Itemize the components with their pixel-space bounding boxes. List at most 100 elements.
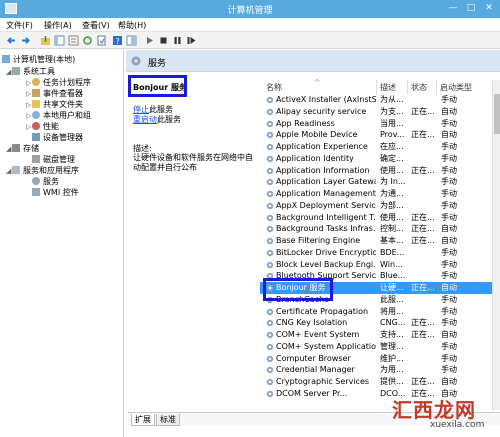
service-gear-icon bbox=[266, 178, 274, 186]
service-row[interactable]: Computer Browser 维护... 手动 bbox=[260, 353, 494, 365]
service-row[interactable]: Background Intelligent T... 使用... 正在... 手动 bbox=[260, 212, 494, 224]
restart-service-icon[interactable] bbox=[186, 35, 197, 46]
service-gear-icon bbox=[266, 225, 274, 233]
service-name: Background Intelligent T... bbox=[276, 212, 376, 222]
service-row[interactable]: COM+ System Application 管理... 手动 bbox=[260, 341, 494, 353]
service-status: 正在... bbox=[411, 130, 435, 140]
menu-view[interactable]: 查看(V) bbox=[82, 20, 110, 31]
service-description: BDE... bbox=[380, 247, 405, 257]
tree-item-computer-management[interactable]: 计算机管理(本地) bbox=[2, 54, 75, 65]
menu-help[interactable]: 帮助(H) bbox=[118, 20, 146, 31]
service-description: 让硬... bbox=[380, 283, 404, 292]
service-gear-icon bbox=[266, 331, 274, 339]
service-gear-icon bbox=[266, 96, 274, 104]
show-hide-tree-icon[interactable] bbox=[54, 35, 65, 46]
tree-item-event-viewer[interactable]: ▷ 事件查看器 bbox=[26, 88, 83, 99]
column-divider[interactable] bbox=[376, 80, 377, 94]
tree-item-services-apps[interactable]: ◢ 服务和应用程序 bbox=[6, 165, 79, 176]
service-row[interactable]: ActiveX Installer (AxInstSV) 为从... 手动 bbox=[260, 94, 494, 106]
tree-item-device-manager[interactable]: 设备管理器 bbox=[32, 132, 83, 143]
service-row[interactable]: Application Management 为通... 手动 bbox=[260, 188, 494, 200]
column-divider[interactable] bbox=[407, 80, 408, 94]
pause-service-icon[interactable] bbox=[172, 35, 183, 46]
service-name: ActiveX Installer (AxInstSV) bbox=[276, 95, 376, 104]
service-row[interactable]: Application Identity 确定... 手动 bbox=[260, 153, 494, 165]
service-gear-icon bbox=[266, 308, 274, 316]
service-startup-type: 自动 bbox=[441, 283, 457, 292]
computer-icon bbox=[2, 55, 10, 63]
service-row[interactable]: Block Level Backup Engi... Win... 手动 bbox=[260, 259, 494, 271]
tree-item-task-scheduler[interactable]: ▷ 任务计划程序 bbox=[26, 77, 91, 88]
service-status: 正在... bbox=[411, 330, 435, 339]
restart-service-link[interactable]: 重启动此服务 bbox=[133, 114, 181, 125]
service-row[interactable]: Alipay security service 为支... 正在... 自动 bbox=[260, 106, 494, 118]
tree-item-system-tools[interactable]: ◢ 系统工具 bbox=[6, 66, 55, 77]
tree-item-shared-folders[interactable]: ▷ 共享文件夹 bbox=[26, 99, 83, 110]
service-row[interactable]: Certificate Propagation 将用... 手动 bbox=[260, 306, 494, 318]
column-header-startup-type[interactable]: 启动类型 bbox=[440, 82, 472, 93]
gear-icon bbox=[131, 56, 141, 66]
close-button[interactable]: ✕ bbox=[482, 2, 496, 15]
properties-icon[interactable] bbox=[68, 35, 79, 46]
service-description: 提供... bbox=[380, 377, 404, 386]
back-arrow-icon[interactable] bbox=[6, 35, 17, 46]
menu-action[interactable]: 操作(A) bbox=[44, 20, 72, 31]
service-startup-type: 手动 bbox=[441, 177, 457, 187]
service-row[interactable]: Application Experience 在应... 手动 bbox=[260, 141, 494, 153]
minimize-button[interactable]: — bbox=[446, 2, 460, 15]
service-row[interactable]: Cryptographic Services 提供... 正在... 自动 bbox=[260, 376, 494, 388]
refresh-icon[interactable] bbox=[82, 35, 93, 46]
menu-file[interactable]: 文件(F) bbox=[6, 20, 33, 31]
help-icon[interactable]: ? bbox=[112, 35, 123, 46]
scrollbar-thumb[interactable] bbox=[494, 94, 500, 134]
view-icon[interactable] bbox=[126, 35, 137, 46]
service-row[interactable]: Base Filtering Engine 基本... 正在... 自动 bbox=[260, 235, 494, 247]
service-row[interactable]: Credential Manager 为用... 手动 bbox=[260, 364, 494, 376]
service-description: 控制... bbox=[380, 224, 404, 234]
service-description: Prov... bbox=[380, 130, 405, 140]
svg-text:?: ? bbox=[116, 37, 120, 46]
service-row[interactable]: Apple Mobile Device Prov... 正在... 自动 bbox=[260, 129, 494, 141]
services-header: 服务 bbox=[126, 50, 500, 72]
tree-item-services[interactable]: 服务 bbox=[32, 176, 59, 187]
sort-arrow-icon: ^ bbox=[314, 78, 321, 87]
maximize-button[interactable]: □ bbox=[464, 2, 478, 15]
service-row[interactable]: Background Tasks Infras... 控制... 正在... 自动 bbox=[260, 223, 494, 235]
export-list-icon[interactable] bbox=[96, 35, 107, 46]
tree-item-wmi-control[interactable]: WMI 控件 bbox=[32, 187, 79, 198]
navigation-tree: 计算机管理(本地) ◢ 系统工具 ▷ 任务计划程序 ▷ 事件查看器 ▷ 共享文件夹 ▷ 本… bbox=[0, 50, 124, 437]
watermark-url: xuexila.com bbox=[430, 420, 485, 430]
service-gear-icon bbox=[266, 249, 274, 257]
service-row[interactable]: CNG Key Isolation CNG... 正在... 手动 bbox=[260, 317, 494, 329]
column-header-status[interactable]: 状态 bbox=[411, 82, 427, 93]
service-row[interactable]: BitLocker Drive Encryptio... BDE... 手动 bbox=[260, 247, 494, 259]
tree-item-local-users[interactable]: ▷ 本地用户和组 bbox=[26, 110, 91, 121]
column-header-name[interactable]: 名称 bbox=[266, 82, 282, 93]
service-row[interactable]: AppX Deployment Servic... 为部... 手动 bbox=[260, 200, 494, 212]
service-gear-icon bbox=[266, 190, 274, 198]
service-row[interactable]: COM+ Event System 支持... 正在... 自动 bbox=[260, 329, 494, 341]
toolbar: ? bbox=[0, 32, 500, 49]
service-gear-icon bbox=[266, 390, 274, 398]
tab-extended[interactable]: 扩展 bbox=[131, 414, 155, 426]
toolbox-icon bbox=[12, 67, 20, 75]
service-gear-icon bbox=[266, 261, 274, 269]
forward-arrow-icon[interactable] bbox=[20, 35, 31, 46]
column-header-description[interactable]: 描述 bbox=[380, 82, 396, 93]
start-service-icon[interactable] bbox=[144, 35, 155, 46]
service-row[interactable]: App Readiness 当用... 手动 bbox=[260, 118, 494, 130]
service-description: 为 In... bbox=[380, 177, 406, 187]
tree-item-performance[interactable]: ▷ 性能 bbox=[26, 121, 59, 132]
service-name: Computer Browser bbox=[276, 353, 351, 363]
tree-item-storage[interactable]: ◢ 存储 bbox=[6, 143, 39, 154]
service-description: 使用... bbox=[380, 212, 404, 222]
stop-service-icon[interactable] bbox=[158, 35, 169, 46]
service-row[interactable]: Application Layer Gatewa... 为 In... 手动 bbox=[260, 176, 494, 188]
vertical-scrollbar[interactable] bbox=[492, 80, 500, 410]
column-divider[interactable] bbox=[436, 80, 437, 94]
service-startup-type: 自动 bbox=[441, 236, 457, 245]
tab-standard[interactable]: 标准 bbox=[156, 414, 180, 426]
tree-item-disk-management[interactable]: 磁盘管理 bbox=[32, 154, 75, 165]
up-folder-icon[interactable] bbox=[40, 35, 51, 46]
service-row[interactable]: Application Information 使用... 正在... 手动 bbox=[260, 165, 494, 177]
